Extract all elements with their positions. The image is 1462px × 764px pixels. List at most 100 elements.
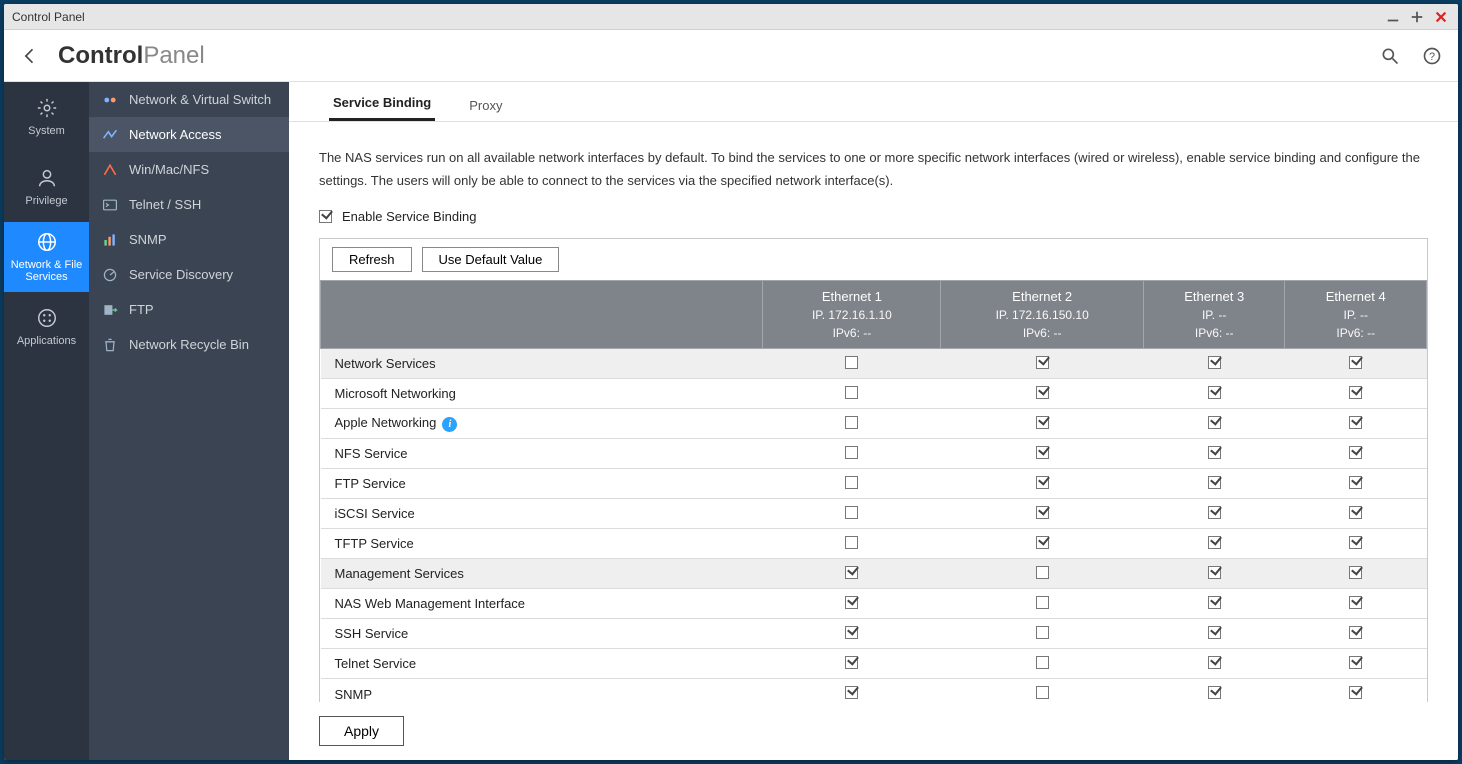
checkbox[interactable]: [1036, 566, 1049, 579]
cell-3-1: [941, 439, 1144, 469]
cell-9-2: [1143, 619, 1285, 649]
use-default-button[interactable]: Use Default Value: [422, 247, 560, 272]
checkbox[interactable]: [1208, 566, 1221, 579]
checkbox[interactable]: [1036, 386, 1049, 399]
checkbox[interactable]: [1036, 656, 1049, 669]
checkbox[interactable]: [1349, 656, 1362, 669]
cell-9-1: [941, 619, 1144, 649]
checkbox[interactable]: [1208, 656, 1221, 669]
checkbox[interactable]: [1208, 536, 1221, 549]
checkbox[interactable]: [845, 416, 858, 429]
checkbox[interactable]: [1036, 506, 1049, 519]
nav2-item-7[interactable]: Network Recycle Bin: [89, 327, 289, 362]
binding-table-container: Refresh Use Default Value Ethernet 1 IP.…: [319, 238, 1428, 702]
nav2-item-3[interactable]: Telnet / SSH: [89, 187, 289, 222]
cell-8-1: [941, 589, 1144, 619]
nav1-item-2[interactable]: Network & File Services: [4, 222, 89, 292]
nav2-item-6[interactable]: FTP: [89, 292, 289, 327]
page-title-bold: Control: [58, 42, 143, 70]
checkbox[interactable]: [1349, 596, 1362, 609]
tab-0[interactable]: Service Binding: [329, 85, 435, 121]
checkbox[interactable]: [1349, 416, 1362, 429]
back-button[interactable]: [16, 42, 44, 70]
info-icon[interactable]: i: [442, 417, 457, 432]
checkbox[interactable]: [845, 626, 858, 639]
checkbox[interactable]: [1036, 596, 1049, 609]
checkbox[interactable]: [845, 566, 858, 579]
nav2-item-2[interactable]: Win/Mac/NFS: [89, 152, 289, 187]
cell-0-1: [941, 349, 1144, 379]
help-button[interactable]: ?: [1418, 42, 1446, 70]
checkbox[interactable]: [1349, 566, 1362, 579]
nav1-item-1[interactable]: Privilege: [4, 152, 89, 222]
table-row: NAS Web Management Interface: [321, 589, 1427, 619]
maximize-button[interactable]: [1408, 8, 1426, 26]
checkbox[interactable]: [1208, 686, 1221, 699]
nav2-item-5[interactable]: Service Discovery: [89, 257, 289, 292]
checkbox[interactable]: [845, 476, 858, 489]
row-label: NAS Web Management Interface: [321, 589, 763, 619]
refresh-button[interactable]: Refresh: [332, 247, 412, 272]
apply-button[interactable]: Apply: [319, 716, 404, 746]
checkbox[interactable]: [1208, 596, 1221, 609]
checkbox[interactable]: [1349, 626, 1362, 639]
checkbox[interactable]: [845, 536, 858, 549]
checkbox[interactable]: [1036, 446, 1049, 459]
checkbox[interactable]: [1036, 476, 1049, 489]
close-button[interactable]: [1432, 8, 1450, 26]
checkbox[interactable]: [845, 386, 858, 399]
checkbox[interactable]: [1036, 536, 1049, 549]
cell-9-0: [763, 619, 941, 649]
nav1-item-0[interactable]: System: [4, 82, 89, 152]
checkbox[interactable]: [1036, 416, 1049, 429]
checkbox[interactable]: [845, 356, 858, 369]
tab-1[interactable]: Proxy: [465, 88, 506, 121]
checkbox[interactable]: [1036, 686, 1049, 699]
checkbox[interactable]: [845, 596, 858, 609]
terminal-icon: [101, 196, 119, 214]
checkbox[interactable]: [1208, 356, 1221, 369]
checkbox[interactable]: [1349, 536, 1362, 549]
gear-icon: [36, 97, 58, 119]
checkbox[interactable]: [1208, 476, 1221, 489]
checkbox[interactable]: [1208, 446, 1221, 459]
checkbox[interactable]: [845, 446, 858, 459]
search-button[interactable]: [1376, 42, 1404, 70]
checkbox[interactable]: [1036, 626, 1049, 639]
checkbox[interactable]: [1208, 506, 1221, 519]
nav2-item-0[interactable]: Network & Virtual Switch: [89, 82, 289, 117]
primary-nav: System Privilege Network & File Services…: [4, 82, 89, 760]
nav2-item-1[interactable]: Network Access: [89, 117, 289, 152]
minimize-button[interactable]: [1384, 8, 1402, 26]
checkbox[interactable]: [1208, 416, 1221, 429]
table-row: Microsoft Networking: [321, 379, 1427, 409]
cell-2-2: [1143, 409, 1285, 439]
checkbox[interactable]: [1208, 386, 1221, 399]
cell-6-3: [1285, 529, 1427, 559]
enable-service-binding-checkbox[interactable]: [319, 210, 332, 223]
cell-9-3: [1285, 619, 1427, 649]
enable-service-binding-row[interactable]: Enable Service Binding: [319, 209, 1428, 224]
checkbox[interactable]: [1208, 626, 1221, 639]
checkbox[interactable]: [1349, 356, 1362, 369]
col-header-0: Ethernet 1 IP. 172.16.1.10 IPv6: --: [763, 280, 941, 349]
checkbox[interactable]: [1349, 506, 1362, 519]
checkbox[interactable]: [1036, 356, 1049, 369]
checkbox[interactable]: [1349, 386, 1362, 399]
checkbox[interactable]: [845, 656, 858, 669]
content-area: The NAS services run on all available ne…: [289, 122, 1458, 702]
checkbox[interactable]: [1349, 476, 1362, 489]
nav1-item-3[interactable]: Applications: [4, 292, 89, 362]
row-label: Microsoft Networking: [321, 379, 763, 409]
checkbox[interactable]: [845, 686, 858, 699]
col-header-1: Ethernet 2 IP. 172.16.150.10 IPv6: --: [941, 280, 1144, 349]
checkbox[interactable]: [845, 506, 858, 519]
cell-2-1: [941, 409, 1144, 439]
checkbox[interactable]: [1349, 446, 1362, 459]
nav2-item-4[interactable]: SNMP: [89, 222, 289, 257]
app-header: ControlPanel ?: [4, 30, 1458, 82]
checkbox[interactable]: [1349, 686, 1362, 699]
cell-11-0: [763, 679, 941, 702]
cell-5-0: [763, 499, 941, 529]
cell-5-3: [1285, 499, 1427, 529]
